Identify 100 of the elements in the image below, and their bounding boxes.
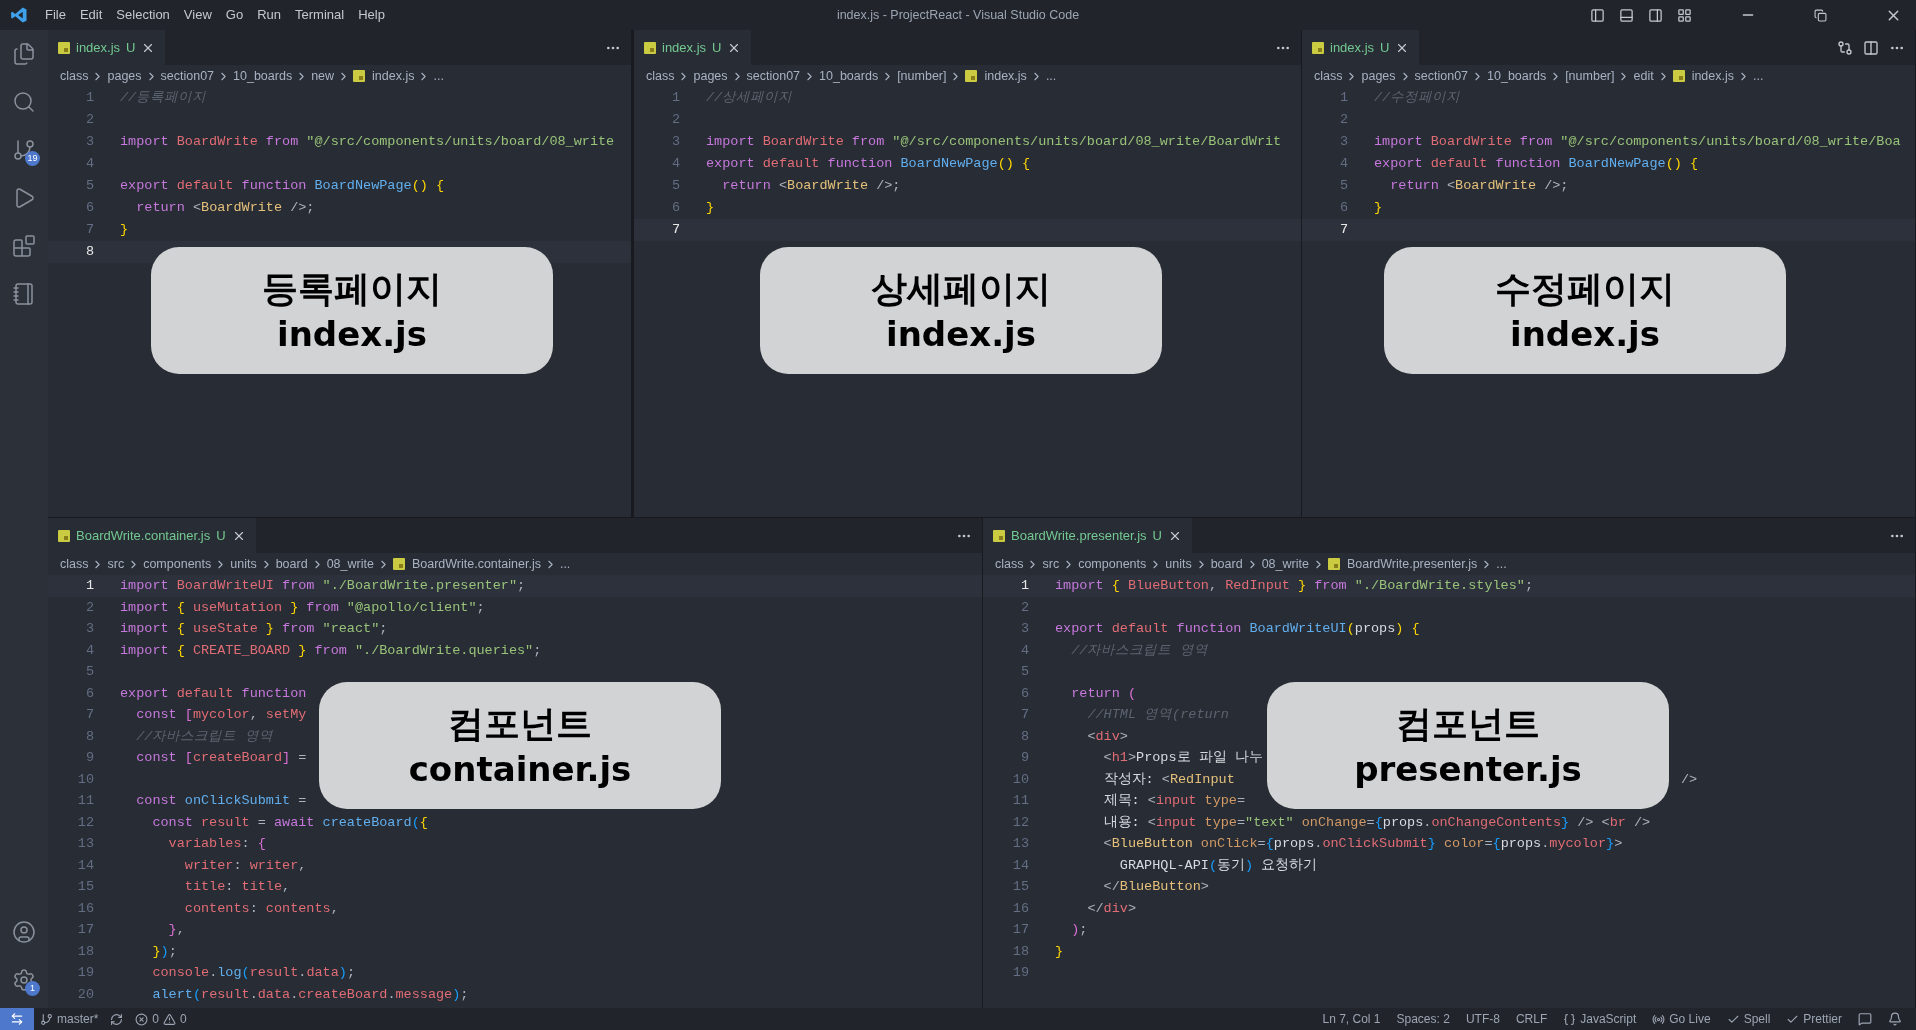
breadcrumb-item[interactable]: [number]: [897, 66, 947, 86]
breadcrumb-item[interactable]: pages: [107, 66, 142, 86]
breadcrumb-item[interactable]: pages: [693, 66, 728, 86]
warning-count[interactable]: 0: [180, 1010, 187, 1028]
status-item[interactable]: Spell: [1743, 1010, 1771, 1028]
toggle-panel-icon[interactable]: [1619, 7, 1634, 23]
editor-tab[interactable]: index.js U: [1302, 30, 1420, 65]
breadcrumb-item[interactable]: pages: [1361, 66, 1396, 86]
line-number: 6: [1019, 684, 1029, 703]
line-number: 14: [76, 856, 94, 875]
breadcrumb-item[interactable]: ...: [1496, 554, 1507, 574]
toggle-secondary-sidebar-icon[interactable]: [1648, 7, 1663, 23]
extensions-icon[interactable]: [12, 234, 36, 258]
breadcrumb-item[interactable]: ...: [1045, 66, 1057, 86]
line-number: 10: [1011, 770, 1029, 789]
code-line: <div>: [1086, 728, 1128, 744]
js-file-icon: [58, 41, 70, 54]
editor-tab[interactable]: index.js U: [48, 30, 166, 65]
breadcrumb-item[interactable]: components: [143, 554, 212, 574]
breadcrumb-item[interactable]: section07: [746, 66, 801, 86]
breadcrumb-item[interactable]: edit: [1633, 66, 1654, 86]
editor-tab[interactable]: BoardWrite.container.js U: [48, 518, 256, 553]
bell-icon[interactable]: [1888, 1012, 1902, 1026]
error-count[interactable]: 0: [152, 1010, 160, 1028]
breadcrumb-item[interactable]: class: [995, 554, 1024, 574]
menu-item[interactable]: View: [176, 5, 219, 25]
settings-icon[interactable]: [12, 968, 36, 992]
search-icon[interactable]: [12, 90, 36, 114]
line-number: 7: [1019, 706, 1029, 724]
menu-item[interactable]: Help: [351, 5, 392, 25]
breadcrumb-item[interactable]: BoardWrite.container.js: [411, 554, 541, 574]
breadcrumb-item[interactable]: 10_boards: [819, 66, 879, 86]
sync-icon[interactable]: [110, 1012, 124, 1026]
files-icon[interactable]: [12, 42, 36, 66]
line-number: 12: [76, 813, 94, 832]
status-item[interactable]: Ln 7, Col 1: [1322, 1010, 1381, 1028]
editor-tab[interactable]: index.js U: [634, 30, 752, 65]
code-line: return <BoardWrite />;: [721, 178, 901, 193]
breadcrumb-item[interactable]: section07: [1414, 66, 1469, 86]
source-control-icon[interactable]: [12, 138, 36, 162]
menu-item[interactable]: Go: [218, 5, 251, 25]
breadcrumb-item[interactable]: class: [60, 554, 89, 574]
breadcrumb-item[interactable]: 08_write: [1261, 554, 1309, 574]
menu-item[interactable]: Edit: [72, 5, 110, 25]
window-title: index.js - ProjectReact - Visual Studio Code: [836, 6, 1080, 24]
breadcrumb-item[interactable]: units: [230, 554, 257, 574]
breadcrumb-item[interactable]: class: [60, 66, 89, 86]
menu-item[interactable]: File: [38, 5, 73, 25]
broadcast-icon: [1652, 1012, 1666, 1026]
menu-item[interactable]: Terminal: [288, 5, 352, 25]
branch-name[interactable]: master*: [57, 1010, 99, 1028]
line-number: 7: [1338, 221, 1348, 239]
breadcrumb-item[interactable]: new: [311, 66, 335, 86]
breadcrumb-item[interactable]: index.js: [372, 66, 415, 86]
remote-icon[interactable]: [10, 1012, 24, 1026]
compare-icon[interactable]: [1837, 39, 1853, 56]
breadcrumb-item[interactable]: BoardWrite.presenter.js: [1346, 554, 1478, 574]
breadcrumb-item[interactable]: ...: [1753, 66, 1764, 86]
breadcrumb-item[interactable]: src: [1042, 554, 1060, 574]
feedback-icon[interactable]: [1858, 1012, 1872, 1026]
code-line: return <BoardWrite />;: [135, 200, 315, 215]
breadcrumb-item[interactable]: 10_boards: [1487, 66, 1547, 86]
status-item[interactable]: CRLF: [1515, 1010, 1548, 1028]
breadcrumb-item[interactable]: ...: [559, 554, 571, 574]
status-item[interactable]: UTF-8: [1465, 1010, 1500, 1028]
breadcrumb-item[interactable]: board: [275, 554, 308, 574]
status-item[interactable]: Prettier: [1803, 1010, 1842, 1028]
language-mode[interactable]: JavaScript: [1580, 1010, 1637, 1028]
breadcrumb-item[interactable]: 10_boards: [233, 66, 293, 86]
breadcrumb-item[interactable]: components: [1078, 554, 1147, 574]
line-number: 6: [84, 199, 94, 217]
breadcrumb-item[interactable]: class: [1314, 66, 1343, 86]
badge: 19: [25, 151, 40, 166]
code-line: import BoardWrite from "@/src/components/units/board/08_write: [120, 134, 615, 149]
restore-icon[interactable]: [1814, 8, 1827, 22]
breadcrumb-item[interactable]: index.js: [984, 66, 1027, 86]
go-live-item[interactable]: Go Live: [1669, 1010, 1711, 1028]
breadcrumb-item[interactable]: board: [1210, 554, 1243, 574]
status-item[interactable]: Spaces: 2: [1396, 1010, 1450, 1028]
breadcrumb-item[interactable]: index.js: [1691, 66, 1735, 86]
line-number: 9: [84, 749, 94, 767]
breadcrumb-item[interactable]: class: [646, 66, 675, 86]
breadcrumb-item[interactable]: section07: [160, 66, 215, 86]
layout-icon[interactable]: [1677, 7, 1692, 23]
split-editor-icon[interactable]: [1863, 39, 1879, 56]
breadcrumb-item[interactable]: 08_write: [326, 554, 374, 574]
notebook-icon[interactable]: [12, 282, 36, 306]
toggle-sidebar-icon[interactable]: [1590, 7, 1605, 23]
caption-filename: index.js: [277, 312, 427, 356]
code-line: import BoardWrite from "@/src/components/units/board/08_write/Boa: [1374, 134, 1901, 149]
breadcrumb-item[interactable]: [number]: [1565, 66, 1615, 86]
breadcrumb-item[interactable]: units: [1165, 554, 1192, 574]
menu-item[interactable]: Selection: [109, 5, 177, 25]
menu-item[interactable]: Run: [250, 5, 288, 25]
editor-tab[interactable]: BoardWrite.presenter.js U: [983, 518, 1192, 553]
line-number: 7: [84, 221, 94, 239]
line-number: 17: [1011, 921, 1029, 939]
account-icon[interactable]: [12, 920, 36, 944]
breadcrumb-item[interactable]: ...: [433, 66, 444, 86]
breadcrumb-item[interactable]: src: [107, 554, 125, 574]
